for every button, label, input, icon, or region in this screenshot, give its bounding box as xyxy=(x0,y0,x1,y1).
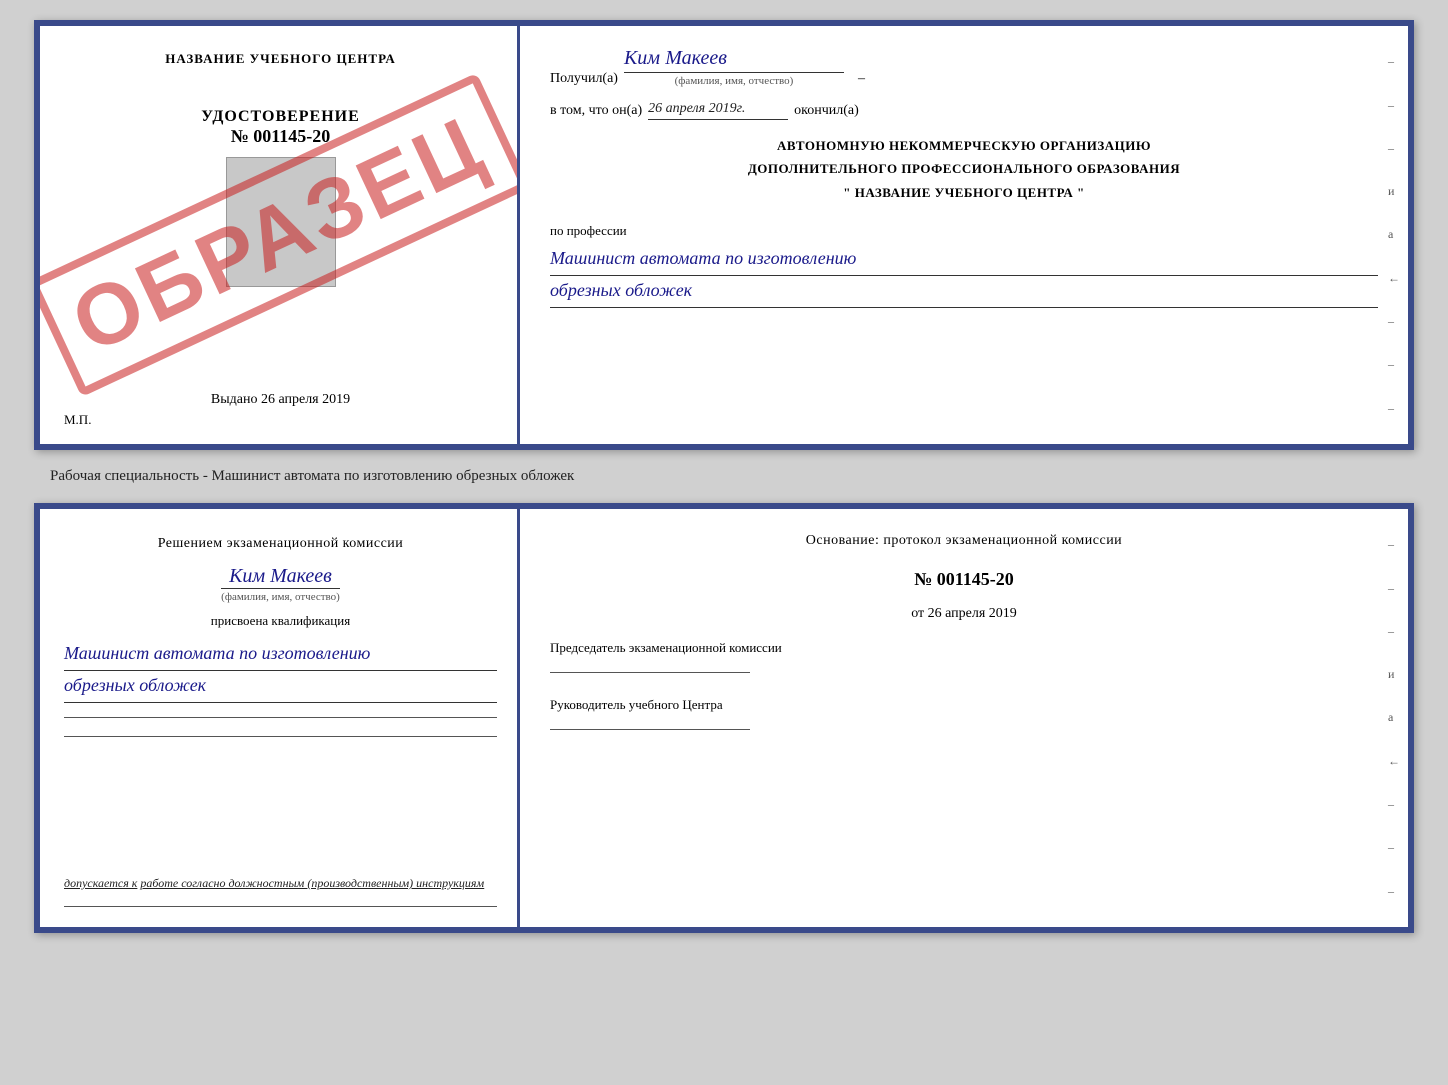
school-name-top: НАЗВАНИЕ УЧЕБНОГО ЦЕНТРА xyxy=(165,50,396,68)
protocol-date-value: 26 апреля 2019 xyxy=(928,606,1017,621)
completion-date: 26 апреля 2019г. xyxy=(648,101,788,120)
dopuskaetsya-underline: работе согласно должностным (производств… xyxy=(140,876,484,890)
name-col: Ким Макеев (фамилия, имя, отчество) xyxy=(624,46,844,87)
side-dashes: – – – и а ← – – – xyxy=(1388,26,1400,444)
dash-after-name: – xyxy=(858,71,865,87)
okonchal-label: окончил(а) xyxy=(794,103,859,119)
org-line2: ДОПОЛНИТЕЛЬНОГО ПРОФЕССИОНАЛЬНОГО ОБРАЗО… xyxy=(550,157,1378,180)
rukovoditel-sig-line xyxy=(550,729,750,730)
po-professii-label: по профессии xyxy=(550,223,627,238)
bottom-fio-label: (фамилия, имя, отчество) xyxy=(221,588,340,603)
udostoverenie-number: № 001145-20 xyxy=(201,126,360,147)
rukovoditel-label: Руководитель учебного Центра xyxy=(550,695,1378,716)
separator-line-1 xyxy=(64,717,497,718)
dopuskaetsya-prefix: допускается к xyxy=(64,876,137,890)
vydano-line: Выдано 26 апреля 2019 xyxy=(211,392,350,408)
top-certificate: НАЗВАНИЕ УЧЕБНОГО ЦЕНТРА ОБРАЗЕЦ УДОСТОВ… xyxy=(34,20,1414,450)
predsedatel-label: Председатель экзаменационной комиссии xyxy=(550,638,1378,659)
udostoverenie-label: УДОСТОВЕРЕНИЕ xyxy=(201,108,360,126)
prisvoena-text: присвоена квалификация xyxy=(64,613,497,629)
bottom-profession-block: Машинист автомата по изготовлению обрезн… xyxy=(64,639,497,703)
bottom-recipient-name: Ким Макеев xyxy=(229,565,332,588)
poluchil-row: Получил(а) Ким Макеев (фамилия, имя, отч… xyxy=(550,46,1378,87)
bottom-profession-line2: обрезных обложек xyxy=(64,671,497,703)
ot-label: от xyxy=(911,606,924,621)
vtom-label: в том, что он(а) xyxy=(550,103,642,119)
bottom-profession-line1: Машинист автомата по изготовлению xyxy=(64,639,497,671)
bottom-name-col: Ким Макеев (фамилия, имя, отчество) xyxy=(221,565,340,603)
profession-line1: Машинист автомата по изготовлению xyxy=(550,244,1378,276)
vydano-label: Выдано xyxy=(211,392,258,407)
fio-label: (фамилия, имя, отчество) xyxy=(675,75,794,87)
top-cert-left: НАЗВАНИЕ УЧЕБНОГО ЦЕНТРА ОБРАЗЕЦ УДОСТОВ… xyxy=(40,26,520,444)
protocol-number: № 001145-20 xyxy=(550,569,1378,590)
udostoverenie-block: УДОСТОВЕРЕНИЕ № 001145-20 xyxy=(201,108,360,147)
bottom-certificate: Решением экзаменационной комиссии Ким Ма… xyxy=(34,503,1414,933)
protocol-date: от 26 апреля 2019 xyxy=(550,606,1378,622)
recipient-name: Ким Макеев xyxy=(624,46,844,73)
vydano-date: 26 апреля 2019 xyxy=(261,392,350,407)
separator-text: Рабочая специальность - Машинист автомат… xyxy=(20,468,574,485)
mp-label: М.П. xyxy=(64,412,91,428)
top-cert-right: Получил(а) Ким Макеев (фамилия, имя, отч… xyxy=(520,26,1408,444)
photo-placeholder xyxy=(226,157,336,287)
org-block: АВТОНОМНУЮ НЕКОММЕРЧЕСКУЮ ОРГАНИЗАЦИЮ ДО… xyxy=(550,134,1378,204)
bottom-cert-right: Основание: протокол экзаменационной коми… xyxy=(520,509,1408,927)
dopuskaetsya-block: допускается к работе согласно должностны… xyxy=(64,874,497,892)
poluchil-label: Получил(а) xyxy=(550,71,618,87)
profession-line2: обрезных обложек xyxy=(550,276,1378,308)
org-line1: АВТОНОМНУЮ НЕКОММЕРЧЕСКУЮ ОРГАНИЗАЦИЮ xyxy=(550,134,1378,157)
vtom-row: в том, что он(а) 26 апреля 2019г. окончи… xyxy=(550,101,1378,120)
separator-line-2 xyxy=(64,736,497,737)
po-professii-block: по профессии Машинист автомата по изгото… xyxy=(550,218,1378,308)
predsedatel-block: Председатель экзаменационной комиссии xyxy=(550,638,1378,680)
dopuskaetsya-text: работе согласно должностным (производств… xyxy=(140,876,484,890)
decision-text: Решением экзаменационной комиссии xyxy=(64,533,497,555)
osnovaniye-block: Основание: протокол экзаменационной коми… xyxy=(550,529,1378,553)
bottom-side-dashes: – – – и а ← – – – xyxy=(1388,509,1400,927)
separator-line-3 xyxy=(64,906,497,907)
predsedatel-sig-line xyxy=(550,672,750,673)
bottom-cert-left: Решением экзаменационной комиссии Ким Ма… xyxy=(40,509,520,927)
osnovaniye-label: Основание: протокол экзаменационной коми… xyxy=(806,533,1122,548)
rukovoditel-block: Руководитель учебного Центра xyxy=(550,695,1378,737)
org-line3: " НАЗВАНИЕ УЧЕБНОГО ЦЕНТРА " xyxy=(550,181,1378,204)
